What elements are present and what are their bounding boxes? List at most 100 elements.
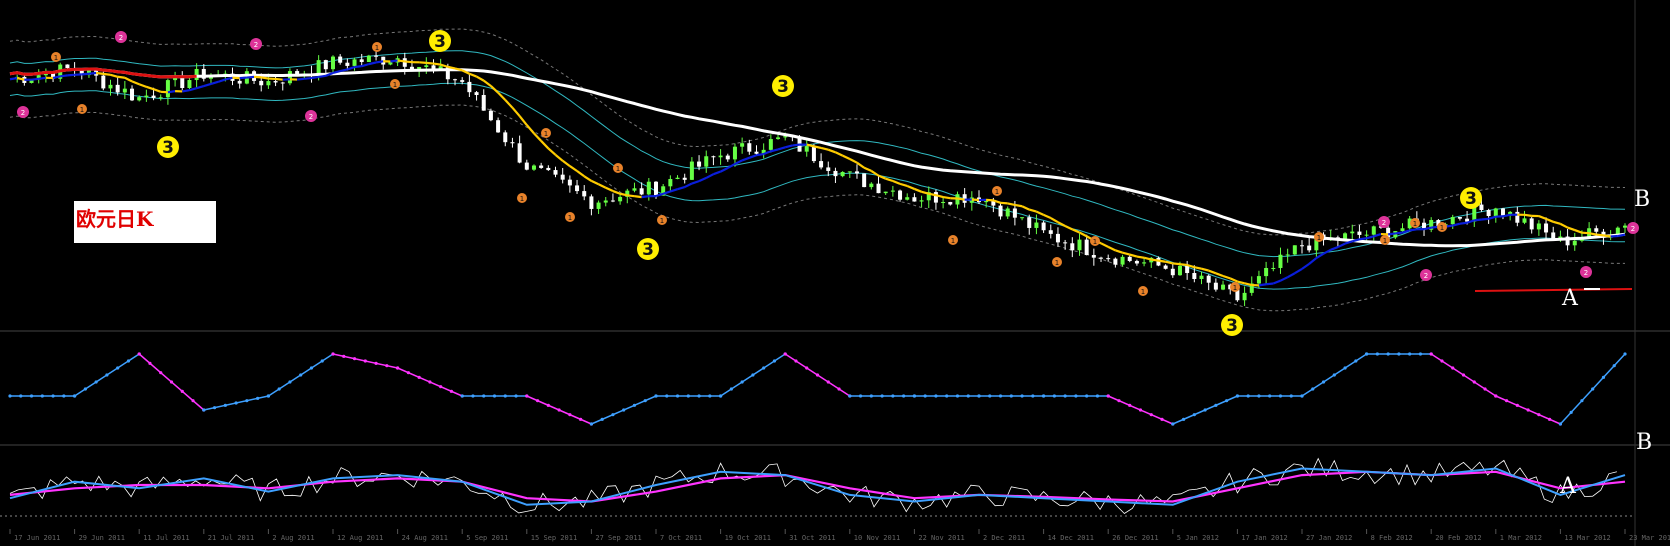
ma-long-red-end: [1474, 288, 1633, 292]
ma-fast-seg: [1524, 213, 1532, 217]
zigzag-dot: [471, 394, 475, 398]
ma-fast-seg: [1488, 215, 1497, 220]
wave3-label: 3: [1226, 316, 1238, 336]
x-tick-label: 1 Mar 2012: [1499, 534, 1542, 542]
ma-fast-seg: [813, 145, 822, 150]
wave1-label: 1: [544, 130, 548, 138]
zigzag-dot: [1246, 394, 1250, 398]
ma-fast-seg: [1222, 274, 1231, 280]
ma-fast-seg: [691, 180, 700, 185]
ma-fast-seg: [1129, 253, 1138, 258]
zigzag-dot: [1235, 394, 1239, 398]
zigzag-dot: [169, 380, 174, 384]
candle-body: [539, 165, 544, 168]
ma-fast-seg: [483, 79, 492, 87]
candle-body: [1221, 284, 1226, 290]
zigzag-dot: [105, 373, 109, 377]
candle-body: [912, 197, 917, 202]
x-tick-label: 2 Aug 2011: [272, 534, 315, 542]
ma-fast-seg: [210, 80, 219, 86]
ma-fast-seg: [1136, 255, 1145, 259]
ma-fast-seg: [397, 59, 405, 63]
candle-body: [115, 84, 120, 93]
ma-fast-seg: [167, 90, 176, 94]
marker-b-main: B: [1634, 187, 1651, 212]
zigzag-dot: [8, 394, 12, 398]
ma-fast-seg: [447, 65, 456, 70]
wave2-label: 2: [1584, 269, 1588, 277]
zigzag-dot: [396, 366, 400, 370]
zigzag-dot: [858, 394, 863, 398]
wave3-label: 3: [434, 32, 446, 52]
zigzag-dot: [1354, 359, 1358, 363]
candle-body: [890, 190, 895, 192]
ma-fast-seg: [1050, 217, 1059, 224]
candle-body: [1242, 292, 1247, 301]
bollinger-upper: [9, 28, 1626, 236]
candle-body: [467, 81, 472, 93]
ma-fast-seg: [1588, 232, 1597, 236]
candle-body: [689, 161, 694, 180]
ma-fast-seg: [311, 75, 319, 80]
ma-fast-seg: [748, 154, 757, 159]
zigzag-dot: [1192, 413, 1196, 417]
candle-body: [1185, 265, 1190, 274]
zigzag-dot: [772, 359, 777, 363]
candle-body: [725, 155, 730, 160]
candle-body: [496, 120, 501, 133]
zigzag-dot: [805, 366, 809, 370]
candle-body: [704, 156, 709, 167]
wave1-label: 1: [1233, 284, 1237, 292]
zigzag-dot: [826, 380, 830, 384]
candle-body: [1213, 282, 1218, 290]
wave1-label: 1: [80, 106, 84, 114]
zigzag-dot: [256, 396, 260, 400]
wave1-label: 1: [393, 81, 397, 89]
zigzag-dot: [1160, 417, 1164, 421]
zigzag-dot: [1117, 399, 1121, 403]
candle-body: [582, 191, 587, 197]
ma-fast-seg: [354, 65, 362, 69]
ma-fast-seg: [81, 72, 90, 76]
zigzag-dot: [1451, 366, 1455, 370]
zigzag-dot: [600, 417, 604, 421]
candle-body: [948, 201, 953, 205]
ma-fast-seg: [1007, 202, 1016, 207]
candle-body: [1048, 230, 1053, 234]
zigzag-dot: [719, 394, 723, 398]
zigzag-dot: [579, 417, 583, 421]
candle-body: [108, 84, 113, 89]
candle-body: [388, 62, 393, 65]
zigzag-dot: [514, 394, 518, 398]
ma-fast-seg: [1294, 267, 1303, 275]
candle-body: [1055, 233, 1060, 243]
zigzag-dot: [1623, 352, 1627, 356]
candle-body: [1020, 217, 1025, 219]
zigzag-dot: [331, 352, 335, 356]
zigzag-dot: [374, 361, 378, 365]
candle-body: [639, 188, 644, 195]
candle-body: [1005, 208, 1010, 217]
candle-body: [589, 196, 594, 209]
candle-body: [596, 202, 601, 209]
candle-body: [130, 88, 135, 101]
ma-fast-seg: [1043, 213, 1052, 220]
ma-fast-seg: [339, 68, 348, 73]
zigzag-dot: [1472, 380, 1476, 384]
candle-body: [560, 174, 565, 180]
zigzag-dot: [762, 366, 766, 370]
candle-body: [453, 79, 458, 81]
ma-fast-seg: [554, 153, 564, 162]
candle-body: [524, 162, 529, 170]
wave2-label: 2: [254, 41, 258, 49]
ma-fast-seg: [117, 75, 125, 79]
ma-fast-seg: [1330, 246, 1339, 251]
candle-body: [1300, 245, 1304, 247]
candle-body: [1091, 255, 1096, 258]
zigzag-dot: [740, 380, 744, 384]
ma-fast-seg: [684, 182, 693, 189]
zigzag-dot: [1569, 410, 1573, 414]
candle-body: [474, 92, 479, 96]
candle-body: [567, 179, 572, 186]
ma-fast-seg: [361, 63, 370, 68]
